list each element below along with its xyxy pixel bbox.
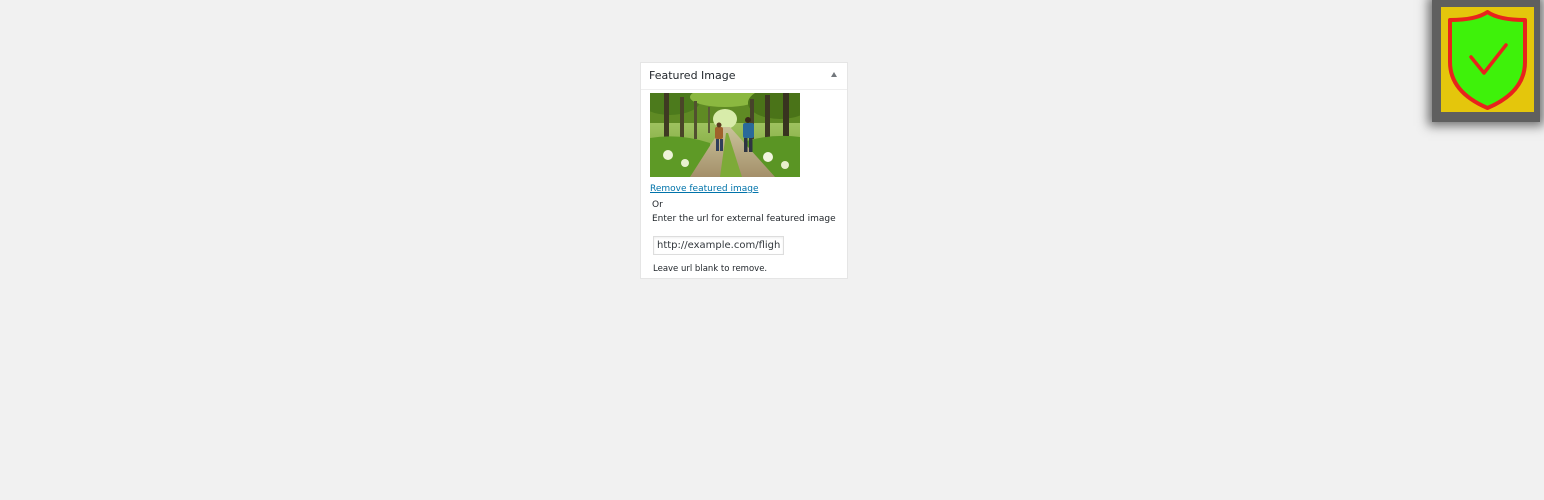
external-image-url-input[interactable] — [653, 236, 784, 255]
featured-image-thumbnail[interactable] — [650, 93, 800, 177]
metabox-header[interactable]: Featured Image — [641, 63, 847, 90]
metabox-title: Featured Image — [649, 69, 736, 82]
remove-featured-image-link[interactable]: Remove featured image — [650, 183, 758, 195]
external-url-label: Enter the url for external featured imag… — [652, 214, 836, 224]
url-help-text: Leave url blank to remove. — [653, 264, 768, 274]
featured-image-metabox: Featured Image Remove featured image Or … — [640, 62, 848, 279]
security-badge-background — [1441, 7, 1534, 112]
triangle-up-icon[interactable] — [831, 72, 837, 77]
or-label: Or — [652, 200, 663, 210]
shield-check-icon — [1448, 10, 1527, 110]
hikers-photo — [650, 93, 800, 177]
security-badge[interactable] — [1432, 0, 1540, 122]
